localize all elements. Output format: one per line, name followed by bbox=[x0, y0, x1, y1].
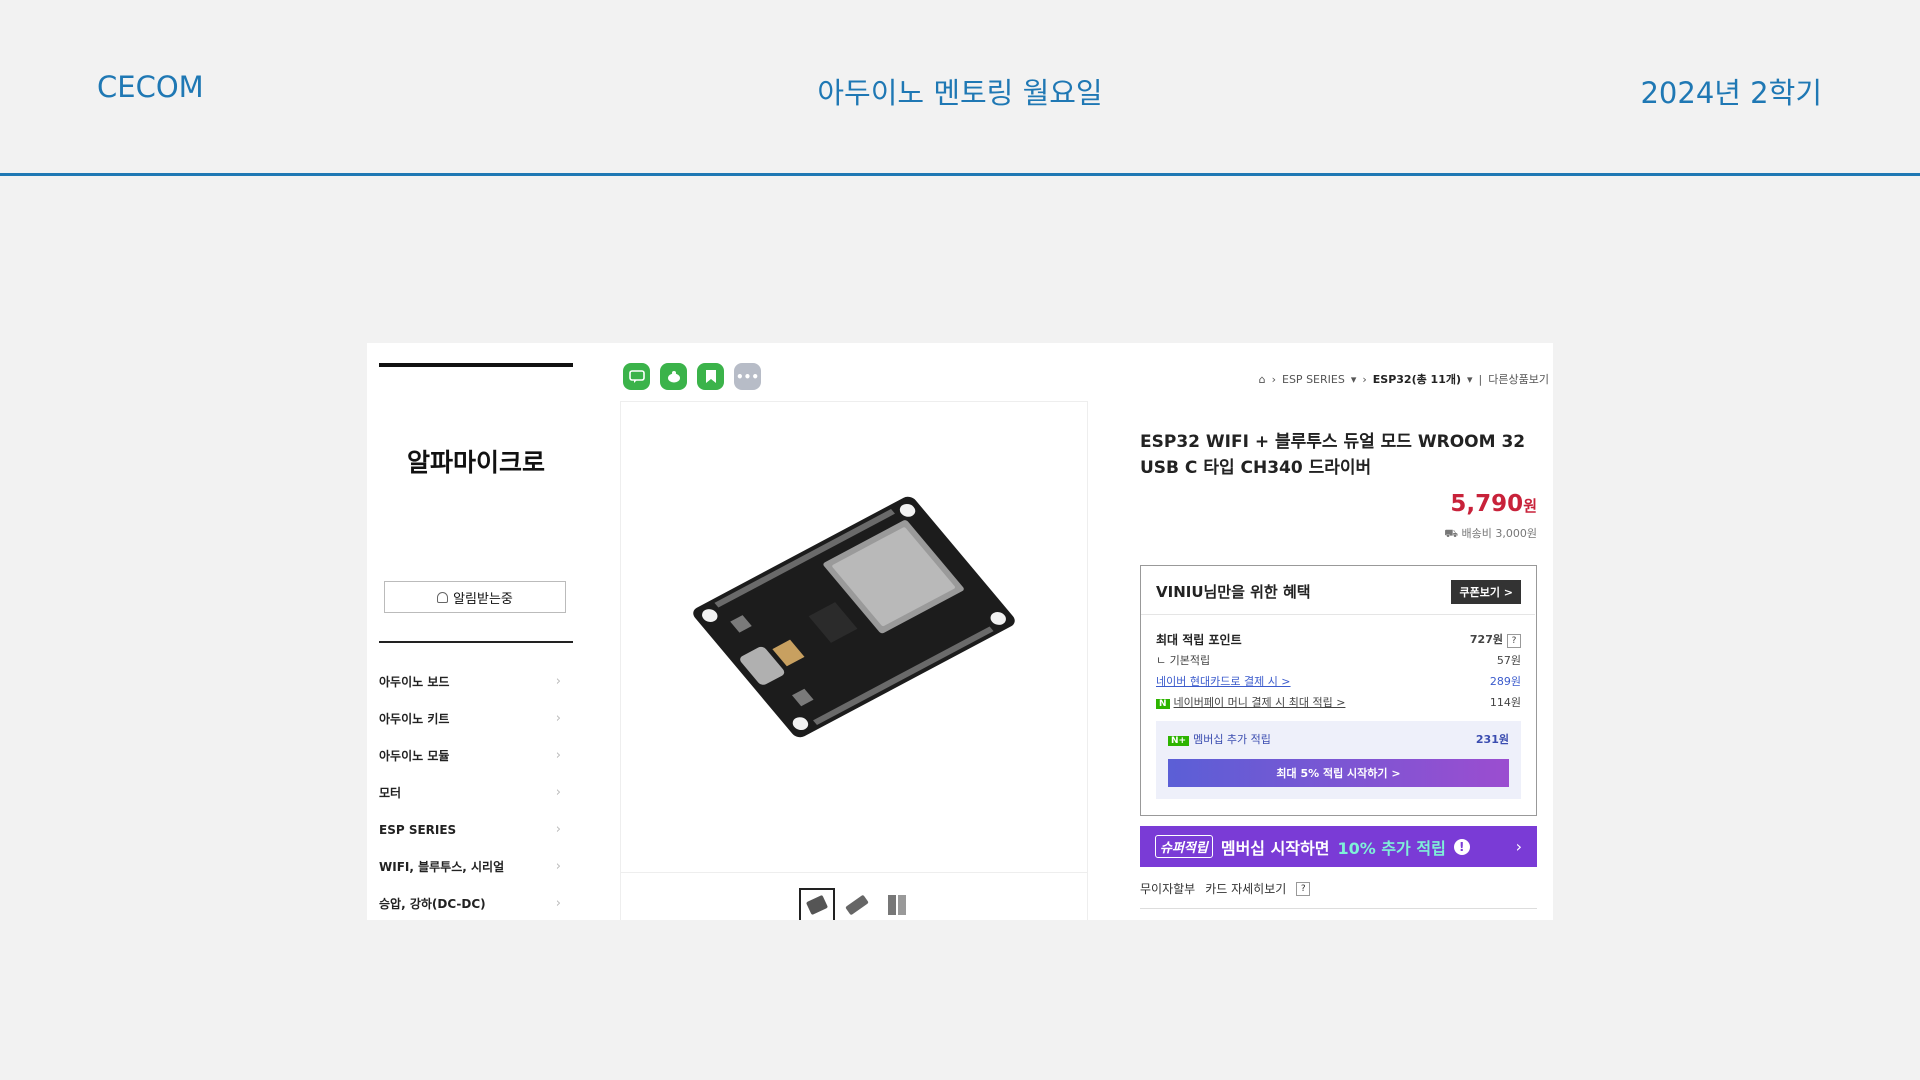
thumbnail-3[interactable] bbox=[879, 888, 915, 920]
chevron-down-icon: ▾ bbox=[1467, 372, 1473, 386]
super-tag: 슈퍼적립 bbox=[1155, 835, 1213, 858]
product-image[interactable] bbox=[621, 402, 1087, 862]
bell-icon bbox=[437, 591, 449, 603]
product-image-panel bbox=[620, 401, 1088, 920]
naver-plus-icon: N+ bbox=[1168, 736, 1190, 746]
thumbnail-strip bbox=[799, 888, 915, 920]
max-points-row: 최대 적립 포인트 727원? bbox=[1156, 631, 1521, 648]
alarm-button[interactable]: 알림받는중 bbox=[384, 581, 566, 613]
alarm-label: 알림받는중 bbox=[453, 591, 513, 607]
breadcrumb: ⌂ › ESP SERIES ▾ › ESP32(총 11개) ▾ | 다른상품보기 bbox=[1258, 371, 1549, 387]
slide-header: CECOM 아두이노 멘토링 월요일 2024년 2학기 bbox=[0, 0, 1920, 176]
category-item[interactable]: WIFI, 블루투스, 시리얼 › bbox=[379, 848, 573, 885]
category-item[interactable]: 모터 › bbox=[379, 774, 573, 811]
card-points-link[interactable]: 네이버 현대카드로 결제 시 > bbox=[1156, 673, 1291, 689]
category-item[interactable]: 아두이노 키트 › bbox=[379, 700, 573, 737]
share-icons: ••• bbox=[623, 363, 761, 390]
talk-icon[interactable] bbox=[623, 363, 650, 390]
benefit-separator bbox=[1141, 614, 1535, 615]
help-icon[interactable]: ? bbox=[1296, 881, 1311, 896]
sidebar-divider bbox=[379, 641, 573, 643]
super-points-banner[interactable]: 슈퍼적립 멤버십 시작하면 10% 추가 적립 ! › bbox=[1140, 826, 1537, 867]
header-right-text: 2024년 2학기 bbox=[1640, 76, 1822, 110]
info-icon: ! bbox=[1453, 838, 1470, 855]
breadcrumb-level1[interactable]: ESP SERIES bbox=[1282, 373, 1345, 386]
benefit-header: VINIU님만을 위한 혜택 bbox=[1156, 583, 1311, 601]
category-list: 아두이노 보드 › 아두이노 키트 › 아두이노 모듈 › 모터 › ESP SERIE… bbox=[379, 663, 573, 920]
naverpay-icon: N bbox=[1156, 699, 1170, 709]
benefit-box: VINIU님만을 위한 혜택 쿠폰보기 > 최대 적립 포인트 727원? ㄴ … bbox=[1140, 565, 1537, 816]
chevron-down-icon: ▾ bbox=[1350, 372, 1357, 386]
chevron-right-icon: › bbox=[555, 859, 561, 874]
header-title: 아두이노 멘토링 월요일 bbox=[817, 76, 1103, 110]
chevron-right-icon: › bbox=[555, 711, 561, 726]
sidebar-top-bar bbox=[379, 363, 573, 367]
membership-box: N+ 멤버십 추가 적립 231원 최대 5% 적립 시작하기 > bbox=[1156, 721, 1521, 799]
thumbnail-1[interactable] bbox=[799, 888, 835, 920]
chevron-right-icon: › bbox=[1515, 837, 1522, 856]
category-item[interactable]: 승압, 강하(DC-DC) › bbox=[379, 885, 573, 920]
card-details-link[interactable]: 카드 자세히보기 bbox=[1205, 880, 1286, 897]
bookmark-icon[interactable] bbox=[697, 363, 724, 390]
more-icon[interactable]: ••• bbox=[734, 363, 761, 390]
cart-icon[interactable] bbox=[660, 363, 687, 390]
installment-divider bbox=[1140, 908, 1537, 909]
store-sidebar: 알파마이크로 알림받는중 아두이노 보드 › 아두이노 키트 › 아두이노 모듈 › … bbox=[379, 343, 573, 920]
category-item[interactable]: 아두이노 모듈 › bbox=[379, 737, 573, 774]
installment-row: 무이자할부 카드 자세히보기 ? bbox=[1140, 880, 1311, 897]
breadcrumb-level2[interactable]: ESP32(총 11개) bbox=[1373, 371, 1461, 387]
store-screenshot: 알파마이크로 알림받는중 아두이노 보드 › 아두이노 키트 › 아두이노 모듈 › … bbox=[367, 343, 1553, 920]
product-title: ESP32 WIFI + 블루투스 듀얼 모드 WROOM 32 USB C 타… bbox=[1140, 432, 1526, 478]
naverpay-link[interactable]: 네이버페이 머니 결제 시 최대 적립 > bbox=[1174, 696, 1346, 709]
chevron-right-icon: › bbox=[555, 748, 561, 763]
thumbnail-2[interactable] bbox=[839, 888, 875, 920]
home-icon[interactable]: ⌂ bbox=[1259, 373, 1266, 386]
card-points-row: 네이버 현대카드로 결제 시 > 289원 bbox=[1156, 673, 1521, 689]
category-item[interactable]: 아두이노 보드 › bbox=[379, 663, 573, 700]
truck-icon: ⛟ bbox=[1444, 527, 1459, 540]
thumbnail-separator bbox=[621, 872, 1087, 873]
chevron-right-icon: › bbox=[555, 822, 561, 837]
product-price: 5,790원 bbox=[1450, 491, 1537, 517]
help-icon[interactable]: ? bbox=[1507, 634, 1521, 648]
coupon-button[interactable]: 쿠폰보기 > bbox=[1451, 580, 1521, 604]
basic-points-row: ㄴ 기본적립 57원 bbox=[1156, 654, 1521, 667]
category-item[interactable]: ESP SERIES › bbox=[379, 811, 573, 848]
chevron-right-icon: › bbox=[555, 674, 561, 689]
chevron-right-icon: › bbox=[555, 896, 561, 911]
chevron-right-icon: › bbox=[555, 785, 561, 800]
naverpay-points-row: N 네이버페이 머니 결제 시 최대 적립 > 114원 bbox=[1156, 694, 1521, 710]
store-name[interactable]: 알파마이크로 bbox=[379, 443, 573, 479]
shipping-fee: ⛟ 배송비 3,000원 bbox=[1444, 527, 1537, 540]
other-products-link[interactable]: 다른상품보기 bbox=[1488, 371, 1549, 387]
membership-start-button[interactable]: 최대 5% 적립 시작하기 > bbox=[1168, 759, 1509, 787]
